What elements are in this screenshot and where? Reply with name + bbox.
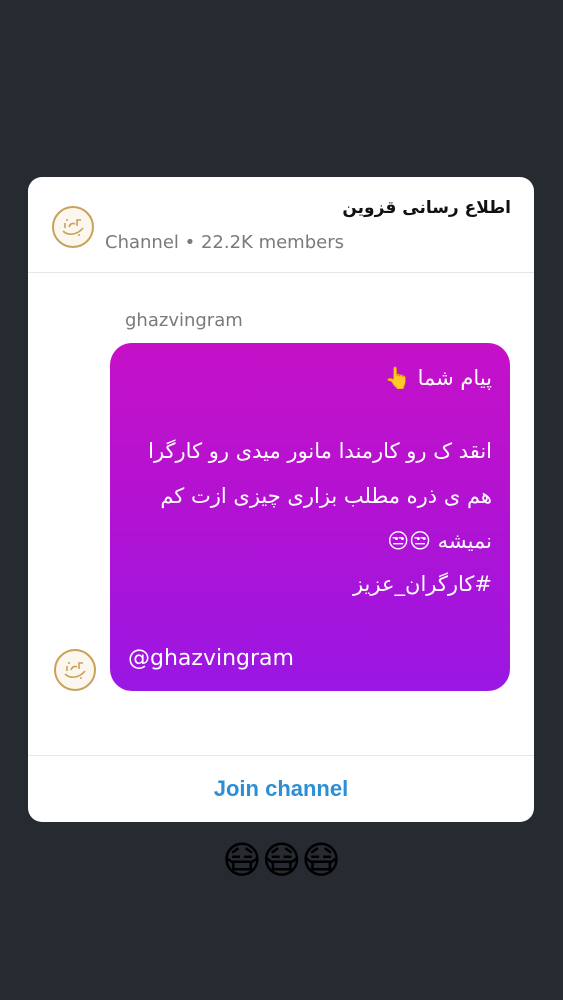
ghazvin-logo-icon — [64, 662, 86, 679]
sender-avatar[interactable] — [54, 649, 96, 691]
channel-header[interactable]: اطلاع رسانی قزوین Channel • 22.2K member… — [28, 177, 534, 272]
message-line: نمیشه 😒😒 — [387, 529, 492, 553]
message-hashtag[interactable]: #کارگران_عزیز — [353, 572, 492, 596]
message-line: پیام شما 👆 — [384, 366, 492, 390]
header-divider — [28, 272, 534, 273]
channel-member-count: Channel • 22.2K members — [105, 232, 344, 253]
channel-title: اطلاع رسانی قزوین — [342, 198, 511, 218]
channel-avatar — [52, 206, 94, 248]
message-sender: ghazvingram — [125, 310, 243, 331]
message-handle[interactable]: @ghazvingram — [128, 646, 294, 671]
message-bubble[interactable]: پیام شما 👆 انقد ک رو کارمندا مانور میدی … — [110, 343, 510, 691]
join-channel-button[interactable]: Join channel — [28, 756, 534, 822]
channel-preview-card: اطلاع رسانی قزوین Channel • 22.2K member… — [28, 177, 534, 822]
ghazvin-logo-icon — [62, 219, 84, 236]
message-line: انقد ک رو کارمندا مانور میدی رو کارگرا — [148, 439, 492, 463]
caption-emoji: 😷😷😷 — [222, 838, 341, 882]
message-line: هم ی ذره مطلب بزاری چیزی ازت کم — [160, 484, 492, 508]
